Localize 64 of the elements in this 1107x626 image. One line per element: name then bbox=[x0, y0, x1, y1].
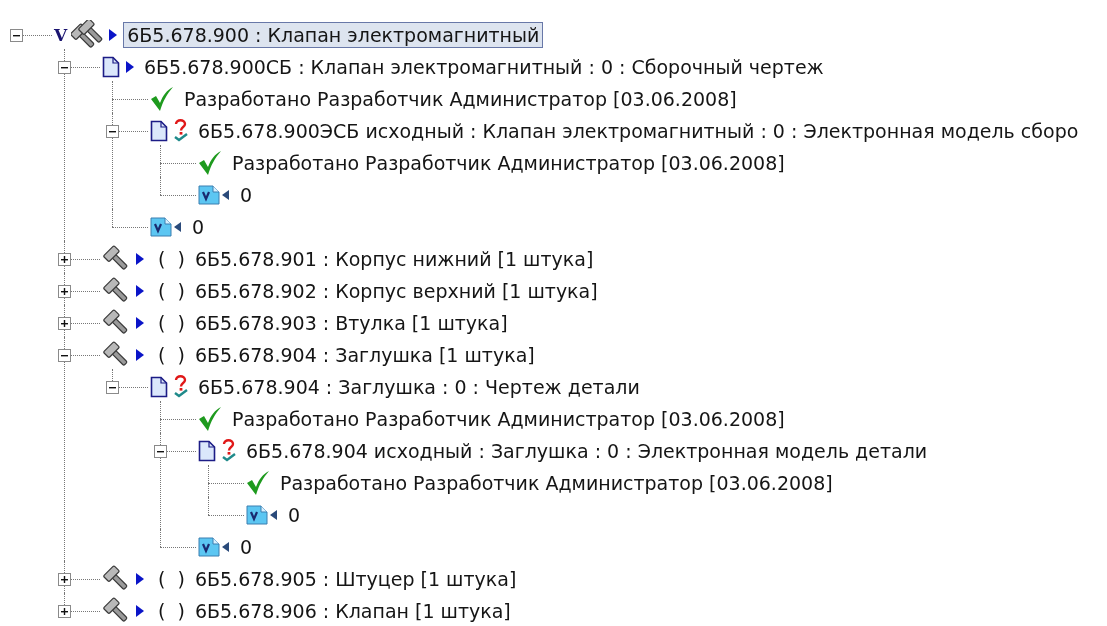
collapse-icon[interactable] bbox=[105, 124, 119, 138]
tree-node-label[interactable]: 0 bbox=[236, 534, 257, 560]
collapse-icon[interactable] bbox=[57, 348, 71, 362]
tree-node-label[interactable]: 0 bbox=[284, 502, 305, 528]
tree-node-label[interactable]: 6Б5.678.904 исходный : Заглушка : 0 : Электронная модель детали bbox=[242, 438, 932, 464]
hammer-icon bbox=[102, 277, 130, 305]
tree-node-label[interactable]: 6Б5.678.905 : Штуцер [1 штука] bbox=[190, 566, 521, 592]
expand-icon[interactable] bbox=[57, 604, 71, 618]
version-icon bbox=[246, 505, 278, 525]
quantity-brackets: ( ) bbox=[158, 248, 185, 270]
expand-icon[interactable] bbox=[57, 284, 71, 298]
quantity-brackets: ( ) bbox=[158, 344, 185, 366]
expand-arrow-icon[interactable] bbox=[126, 61, 134, 73]
quantity-brackets: ( ) bbox=[158, 312, 185, 334]
collapse-icon[interactable] bbox=[105, 380, 119, 394]
expand-arrow-icon[interactable] bbox=[136, 285, 144, 297]
tree-node-label[interactable]: Разработано Разработчик Администратор [03.06.2008] bbox=[180, 86, 741, 112]
expand-arrow-icon[interactable] bbox=[136, 605, 144, 617]
tree-node-label[interactable]: 6Б5.678.903 : Втулка [1 штука] bbox=[190, 310, 512, 336]
collapse-icon[interactable] bbox=[57, 60, 71, 74]
expand-icon[interactable] bbox=[57, 572, 71, 586]
hammer-icon bbox=[102, 341, 130, 369]
tree-node-label[interactable]: 0 bbox=[188, 214, 209, 240]
expand-arrow-icon[interactable] bbox=[109, 29, 118, 41]
tree-node-label[interactable]: 6Б5.678.900СБ : Клапан электромагнитный : 0 : Сборочный чертеж bbox=[140, 54, 828, 80]
document-icon bbox=[150, 120, 168, 142]
collapse-icon[interactable] bbox=[9, 28, 23, 42]
tree-node-label[interactable]: 6Б5.678.902 : Корпус верхний [1 штука] bbox=[190, 278, 602, 304]
hammer-icon bbox=[102, 309, 130, 337]
tools-icon bbox=[71, 20, 104, 50]
expand-arrow-icon[interactable] bbox=[136, 317, 144, 329]
tree-node-label[interactable]: 6Б5.678.906 : Клапан [1 штука] bbox=[190, 598, 515, 624]
tree-node-label[interactable]: 6Б5.678.904 : Заглушка : 0 : Чертеж детали bbox=[194, 374, 644, 400]
tree-node-label[interactable]: 6Б5.678.901 : Корпус нижний [1 штука] bbox=[190, 246, 598, 272]
document-icon bbox=[150, 376, 168, 398]
quantity-brackets: ( ) bbox=[158, 568, 185, 590]
version-icon bbox=[198, 185, 230, 205]
tree-node-label[interactable]: 0 bbox=[236, 182, 257, 208]
check-icon bbox=[150, 86, 174, 112]
expand-arrow-icon[interactable] bbox=[136, 349, 144, 361]
expand-arrow-icon[interactable] bbox=[136, 253, 144, 265]
check-icon bbox=[246, 470, 270, 496]
tree-node-label[interactable]: 6Б5.678.904 : Заглушка [1 штука] bbox=[190, 342, 539, 368]
collapse-icon[interactable] bbox=[153, 444, 167, 458]
tree-node-label[interactable]: Разработано Разработчик Администратор [03.06.2008] bbox=[276, 470, 837, 496]
quantity-brackets: ( ) bbox=[158, 280, 185, 302]
document-icon bbox=[198, 440, 216, 462]
type-letter: V bbox=[54, 25, 68, 45]
document-icon bbox=[102, 56, 120, 78]
version-icon bbox=[198, 537, 230, 557]
version-icon bbox=[150, 217, 182, 237]
hammer-icon bbox=[102, 245, 130, 273]
hammer-icon bbox=[102, 565, 130, 593]
tree-node-label[interactable]: 6Б5.678.900ЭСБ исходный : Клапан электромагнитный : 0 : Электронная модель сборо bbox=[194, 118, 1083, 144]
expand-icon[interactable] bbox=[57, 316, 71, 330]
tree-node-label[interactable]: 6Б5.678.900 : Клапан электромагнитный bbox=[123, 22, 544, 48]
expand-arrow-icon[interactable] bbox=[136, 573, 144, 585]
hammer-icon bbox=[102, 597, 130, 625]
check-icon bbox=[198, 406, 222, 432]
expand-icon[interactable] bbox=[57, 252, 71, 266]
tree-node-label[interactable]: Разработано Разработчик Администратор [03.06.2008] bbox=[228, 406, 789, 432]
quantity-brackets: ( ) bbox=[158, 600, 185, 622]
tree-node-label[interactable]: Разработано Разработчик Администратор [03.06.2008] bbox=[228, 150, 789, 176]
check-icon bbox=[198, 150, 222, 176]
